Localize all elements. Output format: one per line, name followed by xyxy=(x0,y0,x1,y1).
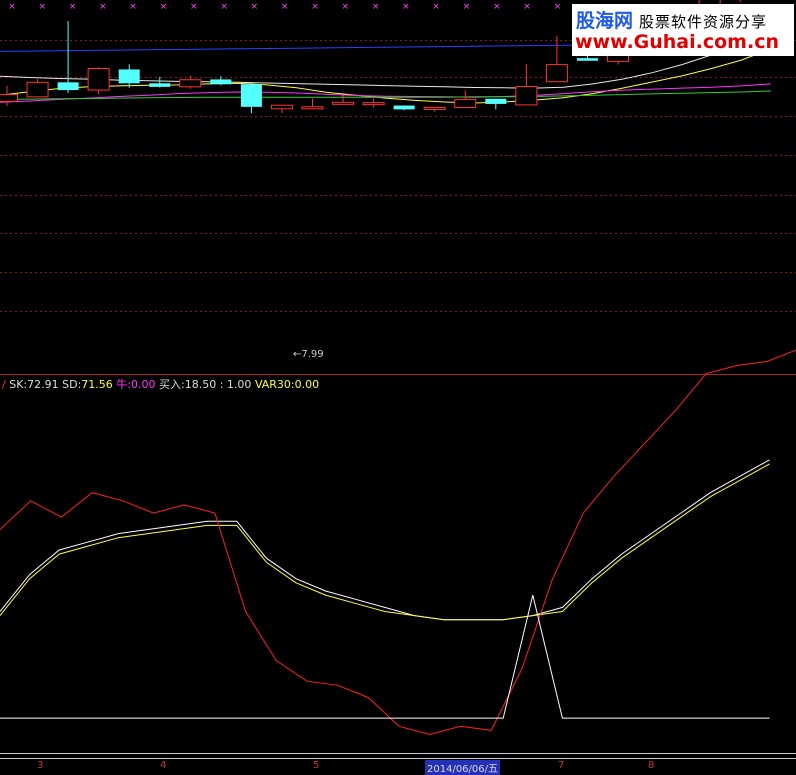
legend-sk-label: SK: xyxy=(9,378,28,391)
top-marker: × xyxy=(69,2,77,12)
top-marker: × xyxy=(190,2,198,12)
candle-body-up xyxy=(332,101,355,105)
watermark-banner: 股海网 股票软件资源分享 www.Guhai.com.cn xyxy=(572,4,794,56)
x-label-5: 5 xyxy=(313,760,320,771)
legend-var-label: VAR30: xyxy=(254,378,295,391)
legend-sk-value: 72.91 xyxy=(27,378,59,391)
candle-body-up xyxy=(515,86,538,106)
ma-line-yellow xyxy=(0,48,772,104)
top-marker: × xyxy=(281,2,289,12)
top-marker: × xyxy=(402,2,410,12)
top-marker: × xyxy=(8,2,16,12)
legend-sd-value: 71.56 xyxy=(81,378,113,391)
top-marker: × xyxy=(129,2,137,12)
top-marker: × xyxy=(342,2,350,12)
candle-body-up xyxy=(87,67,110,91)
top-marker: × xyxy=(251,2,259,12)
x-label-8: 8 xyxy=(648,760,655,771)
legend-sd-label: SD: xyxy=(62,378,82,391)
candle-body-up xyxy=(301,106,324,110)
candle-body-down xyxy=(118,69,140,84)
x-label-7: 7 xyxy=(558,760,565,771)
top-marker: × xyxy=(311,2,319,12)
top-marker: × xyxy=(39,2,47,12)
candle-body-down xyxy=(485,98,507,104)
candle-body-up xyxy=(26,81,49,98)
indicator-legend: / SK:72.91 SD:71.56 牛:0.00 买入:18.50 : 1.… xyxy=(2,376,319,392)
top-marker: × xyxy=(372,2,380,12)
top-marker: × xyxy=(99,2,107,12)
indicator-line-SK xyxy=(0,459,770,621)
x-label-4: 4 xyxy=(160,760,167,771)
indicator-line-RSV xyxy=(0,349,796,736)
top-marker: × xyxy=(463,2,471,12)
candle-body-up xyxy=(423,106,446,110)
candle-body-down xyxy=(57,82,79,91)
ma-line-magenta xyxy=(0,83,771,103)
candle-body-up xyxy=(454,98,477,108)
top-marker: × xyxy=(523,2,531,12)
candle-body-up xyxy=(545,64,568,83)
top-marker: × xyxy=(493,2,501,12)
watermark-logo: 股海网 xyxy=(576,10,634,32)
candle-body-up xyxy=(362,102,385,106)
watermark-slogan: 股票软件资源分享 xyxy=(639,13,768,31)
top-marker: × xyxy=(554,2,562,12)
candle-body-up xyxy=(0,94,18,102)
candle-body-down xyxy=(393,105,415,110)
candle-body-down xyxy=(240,84,262,107)
legend-sep-value: : 1.00 xyxy=(219,378,252,391)
legend-buy-value: 18.50 xyxy=(184,378,217,391)
legend-buy-label: 买入: xyxy=(159,378,185,391)
legend-var-value: 0.00 xyxy=(294,378,320,391)
candle-body-up xyxy=(270,104,293,110)
price-low-value: 7.99 xyxy=(301,349,324,360)
candle-body-up xyxy=(179,79,202,88)
price-low-label: ←7.99 xyxy=(293,349,324,360)
indicator-line-买入 xyxy=(0,594,770,719)
candle-body-down xyxy=(210,79,232,85)
candle-body-down xyxy=(576,58,598,61)
top-marker: × xyxy=(432,2,440,12)
legend-niu-label: 牛: xyxy=(116,378,132,391)
legend-niu-value: 0.00 xyxy=(131,378,156,391)
candle-body-down xyxy=(149,83,171,87)
x-label-3: 3 xyxy=(37,760,44,771)
indicator-line-SD xyxy=(0,463,770,621)
top-marker: × xyxy=(160,2,168,12)
top-marker: × xyxy=(220,2,228,12)
watermark-url: www.Guhai.com.cn xyxy=(575,31,779,53)
legend-marker: / xyxy=(2,378,6,391)
